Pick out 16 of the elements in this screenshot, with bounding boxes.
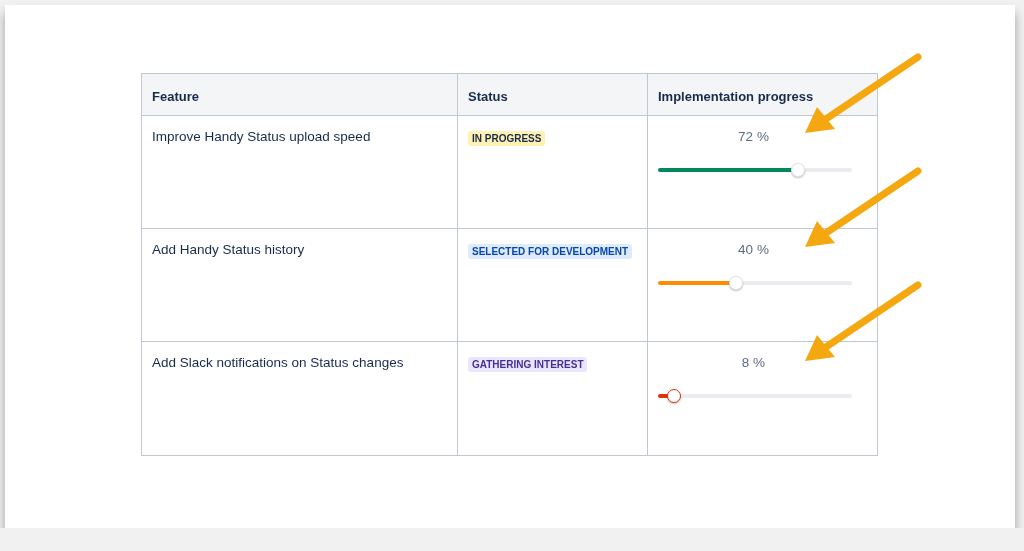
feature-name: Improve Handy Status upload speed xyxy=(152,129,371,144)
status-lozenge: GATHERING INTEREST xyxy=(468,357,588,372)
progress-slider[interactable] xyxy=(658,388,852,404)
progress-slider[interactable] xyxy=(658,162,852,178)
feature-name: Add Handy Status history xyxy=(152,242,305,257)
progress-reading: 8 % xyxy=(741,355,766,370)
progress-slider[interactable] xyxy=(658,275,852,291)
feature-name: Add Slack notifications on Status changes xyxy=(152,355,404,370)
column-header: Feature xyxy=(142,74,457,116)
column-header: Implementation progress xyxy=(647,74,877,116)
progress-reading: 72 % xyxy=(738,129,769,144)
column-header: Status xyxy=(457,74,647,116)
slider-thumb[interactable] xyxy=(666,389,681,403)
status-lozenge: SELECTED FOR DEVELOPMENT xyxy=(468,244,633,259)
status-lozenge: IN PROGRESS xyxy=(468,131,546,146)
progress-reading: 40 % xyxy=(738,242,769,257)
